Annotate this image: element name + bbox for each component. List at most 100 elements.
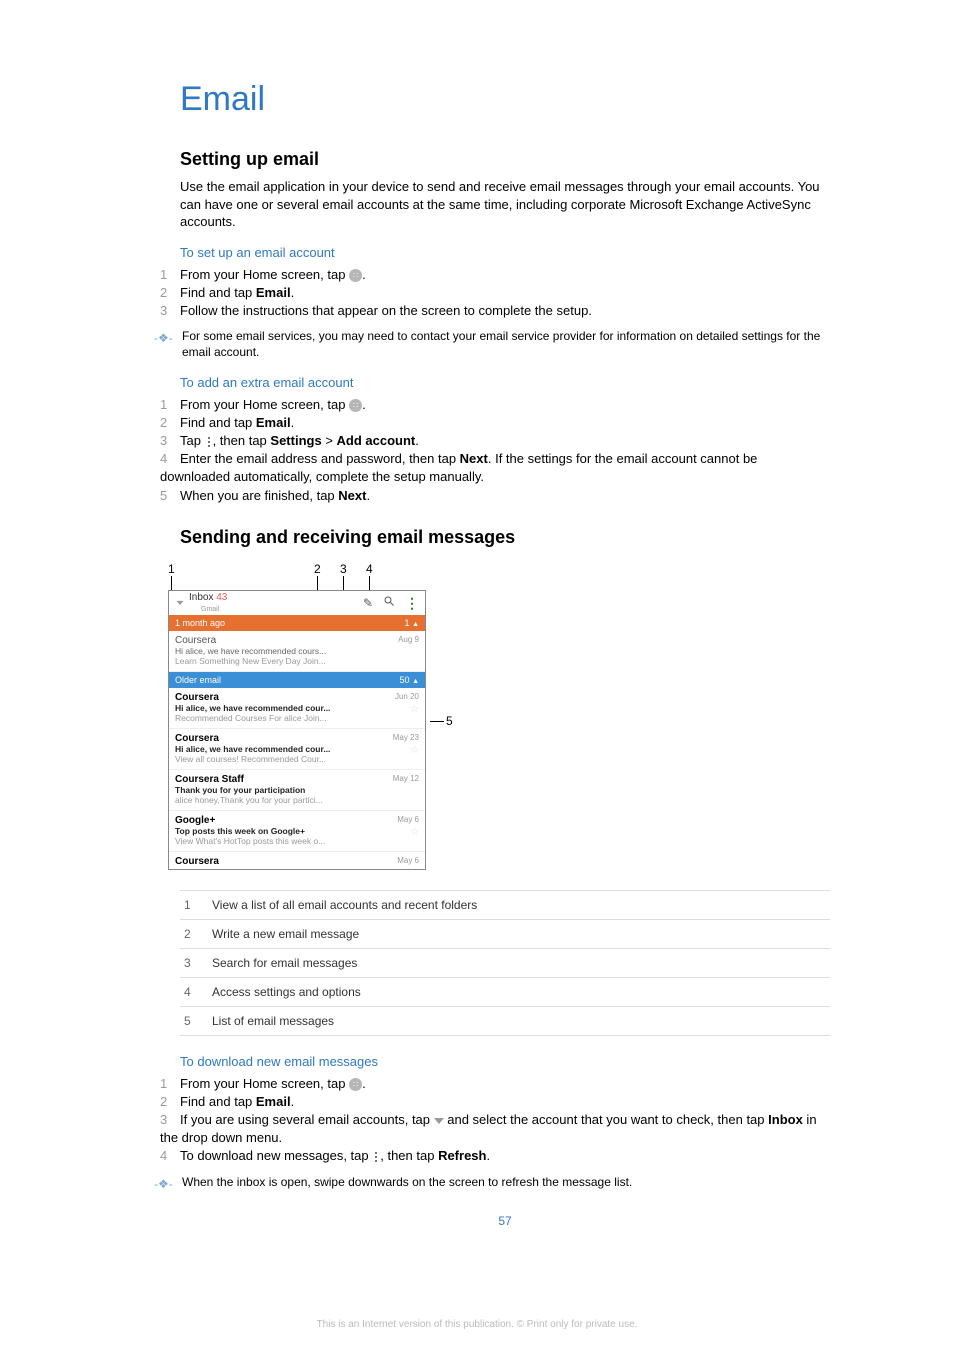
email-from: Coursera — [175, 635, 419, 646]
email-from: Coursera — [175, 856, 419, 867]
step-text: Follow the instructions that appear on t… — [180, 303, 592, 318]
band-count: 1 — [405, 618, 410, 628]
star-icon[interactable]: ☆ — [410, 745, 419, 756]
callout-number: 5 — [446, 714, 453, 728]
more-vert-icon[interactable]: ⋮ — [405, 598, 419, 608]
step-text: To download new messages, tap , then tap… — [180, 1148, 490, 1163]
steps-setup-account: 1From your Home screen, tap ∷. 2Find and… — [180, 266, 830, 321]
step-number: 1 — [160, 266, 180, 284]
step-text: From your Home screen, tap ∷. — [180, 1076, 366, 1091]
email-preview: View all courses! Recommended Cour... — [175, 754, 419, 764]
legend-desc: Search for email messages — [212, 956, 830, 970]
step-text: If you are using several email accounts,… — [160, 1112, 817, 1145]
step-text: From your Home screen, tap ∷. — [180, 397, 366, 412]
step-number: 1 — [160, 1075, 180, 1093]
email-preview: alice honey,Thank you for your partici..… — [175, 795, 419, 805]
email-from: Google+ — [175, 815, 419, 826]
legend-num: 1 — [180, 898, 212, 912]
group-band[interactable]: 1 month ago 1 ▲ — [169, 615, 425, 631]
heading-setting-up-email: Setting up email — [180, 149, 830, 170]
legend-desc: Access settings and options — [212, 985, 830, 999]
intro-paragraph: Use the email application in your device… — [180, 178, 830, 231]
email-date: Jun 20 — [395, 692, 419, 701]
step-text: When you are finished, tap Next. — [180, 488, 370, 503]
email-subject: Hi alice, we have recommended cour... — [175, 703, 419, 713]
email-subject: Hi alice, we have recommended cours... — [175, 646, 419, 656]
legend-desc: List of email messages — [212, 1014, 830, 1028]
email-list-item[interactable]: Coursera Hi alice, we have recommended c… — [169, 729, 425, 770]
step-text: Find and tap Email. — [180, 285, 294, 300]
tip-note: -❖- For some email services, you may nee… — [160, 328, 830, 360]
callout-number: 2 — [314, 562, 321, 576]
email-from: Coursera Staff — [175, 774, 419, 785]
email-list-item[interactable]: Coursera Hi alice, we have recommended c… — [169, 631, 425, 672]
group-band[interactable]: Older email 50 ▲ — [169, 672, 425, 688]
email-date: May 6 — [397, 856, 419, 865]
legend-desc: View a list of all email accounts and re… — [212, 898, 830, 912]
footer-text: This is an Internet version of this publ… — [0, 1319, 954, 1330]
email-list-item[interactable]: Google+ Top posts this week on Google+ V… — [169, 811, 425, 852]
email-date: May 12 — [393, 774, 419, 783]
star-icon[interactable]: ☆ — [410, 704, 419, 715]
email-list-item[interactable]: Coursera Staff Thank you for your partic… — [169, 770, 425, 811]
step-number: 3 — [160, 302, 180, 320]
inbox-count: 43 — [216, 592, 227, 603]
steps-add-account: 1From your Home screen, tap ∷. 2Find and… — [180, 396, 830, 505]
step-text: Find and tap Email. — [180, 1094, 294, 1109]
email-preview: View What's HotTop posts this week o... — [175, 836, 419, 846]
heading-send-receive: Sending and receiving email messages — [180, 527, 830, 548]
compose-icon[interactable]: ✎ — [363, 596, 373, 610]
email-date: May 6 — [397, 815, 419, 824]
chevron-down-icon — [434, 1118, 444, 1124]
tip-note: -❖- When the inbox is open, swipe downwa… — [160, 1174, 830, 1190]
step-number: 1 — [160, 396, 180, 414]
step-number: 2 — [160, 284, 180, 302]
email-from: Coursera — [175, 733, 419, 744]
page-title: Email — [180, 80, 830, 119]
step-text: Tap , then tap Settings > Add account. — [180, 433, 419, 448]
band-count: 50 — [400, 675, 410, 685]
legend-desc: Write a new email message — [212, 927, 830, 941]
step-number: 2 — [160, 414, 180, 432]
inbox-label[interactable]: Inbox — [189, 592, 213, 603]
email-date: May 23 — [393, 733, 419, 742]
figure-legend: 1View a list of all email accounts and r… — [180, 890, 830, 1036]
account-label: Gmail — [201, 606, 219, 613]
callout-number: 1 — [168, 562, 175, 576]
legend-num: 4 — [180, 985, 212, 999]
band-label: Older email — [175, 675, 221, 685]
phone-frame: Inbox 43 Gmail ✎ ⋮ 1 month ago — [168, 590, 426, 870]
legend-num: 3 — [180, 956, 212, 970]
subheading-download-messages: To download new email messages — [180, 1054, 830, 1069]
email-list-item[interactable]: Coursera May 6 — [169, 852, 425, 869]
more-vert-icon — [205, 436, 213, 448]
step-number: 5 — [160, 487, 180, 505]
tip-bulb-icon: -❖- — [154, 330, 173, 346]
phone-screenshot-figure: 1 2 3 4 Inbox 43 Gmail — [168, 562, 458, 870]
apps-grid-icon: ∷ — [349, 269, 362, 282]
steps-download-messages: 1From your Home screen, tap ∷. 2Find and… — [180, 1075, 830, 1166]
callout-number: 3 — [340, 562, 347, 576]
email-date: Aug 9 — [398, 635, 419, 644]
step-number: 4 — [160, 1147, 180, 1165]
tip-bulb-icon: -❖- — [154, 1176, 173, 1192]
email-preview: Recommended Courses For alice Join... — [175, 713, 419, 723]
email-preview: Learn Something New Every Day Join... — [175, 656, 419, 666]
star-icon[interactable]: ☆ — [410, 827, 419, 838]
apps-grid-icon: ∷ — [349, 399, 362, 412]
email-subject: Thank you for your participation — [175, 785, 419, 795]
step-text: From your Home screen, tap ∷. — [180, 267, 366, 282]
email-list-item[interactable]: Coursera Hi alice, we have recommended c… — [169, 688, 425, 729]
step-text: Enter the email address and password, th… — [160, 451, 757, 484]
apps-grid-icon: ∷ — [349, 1078, 362, 1091]
subheading-setup-account: To set up an email account — [180, 245, 830, 260]
search-icon[interactable] — [383, 595, 395, 610]
email-subject: Hi alice, we have recommended cour... — [175, 744, 419, 754]
email-subject: Top posts this week on Google+ — [175, 826, 419, 836]
step-number: 3 — [160, 432, 180, 450]
step-number: 3 — [160, 1111, 180, 1129]
page-number: 57 — [180, 1214, 830, 1228]
callout-number: 4 — [366, 562, 373, 576]
chevron-down-icon[interactable] — [177, 601, 184, 605]
phone-topbar: Inbox 43 Gmail ✎ ⋮ — [169, 591, 425, 615]
